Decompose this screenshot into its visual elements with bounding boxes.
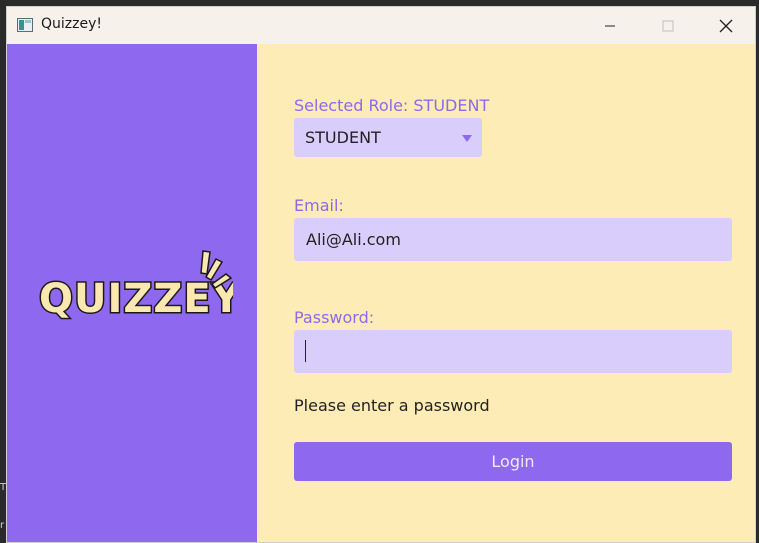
title-bar[interactable]: Quizzey! — [7, 7, 755, 45]
login-button[interactable]: Login — [294, 442, 732, 481]
role-select[interactable]: STUDENT — [294, 118, 482, 157]
text-caret — [305, 340, 306, 362]
app-icon — [17, 18, 33, 32]
app-window: Quizzey! QUIZZEY Selected Role: STUDENT … — [6, 6, 756, 543]
password-error-message: Please enter a password — [294, 396, 490, 415]
role-select-value: STUDENT — [305, 128, 381, 147]
role-label: Selected Role: STUDENT — [294, 96, 490, 115]
maximize-icon — [662, 20, 674, 31]
email-label: Email: — [294, 196, 344, 215]
email-field-value: Ali@Ali.com — [306, 230, 401, 249]
password-label: Password: — [294, 308, 375, 327]
logo-text: QUIZZEY — [39, 276, 233, 322]
chevron-down-icon — [462, 135, 472, 142]
email-field[interactable]: Ali@Ali.com — [294, 218, 732, 261]
login-panel: Selected Role: STUDENT STUDENT Email: Al… — [257, 44, 755, 542]
quizzey-logo: QUIZZEY — [38, 250, 233, 324]
close-button[interactable] — [697, 7, 755, 44]
window-title: Quizzey! — [41, 16, 102, 32]
close-icon — [719, 19, 733, 32]
maximize-button[interactable] — [639, 7, 697, 44]
minimize-icon — [605, 25, 615, 26]
minimize-button[interactable] — [581, 7, 639, 44]
password-field[interactable] — [294, 330, 732, 373]
branding-panel: QUIZZEY — [7, 44, 257, 542]
